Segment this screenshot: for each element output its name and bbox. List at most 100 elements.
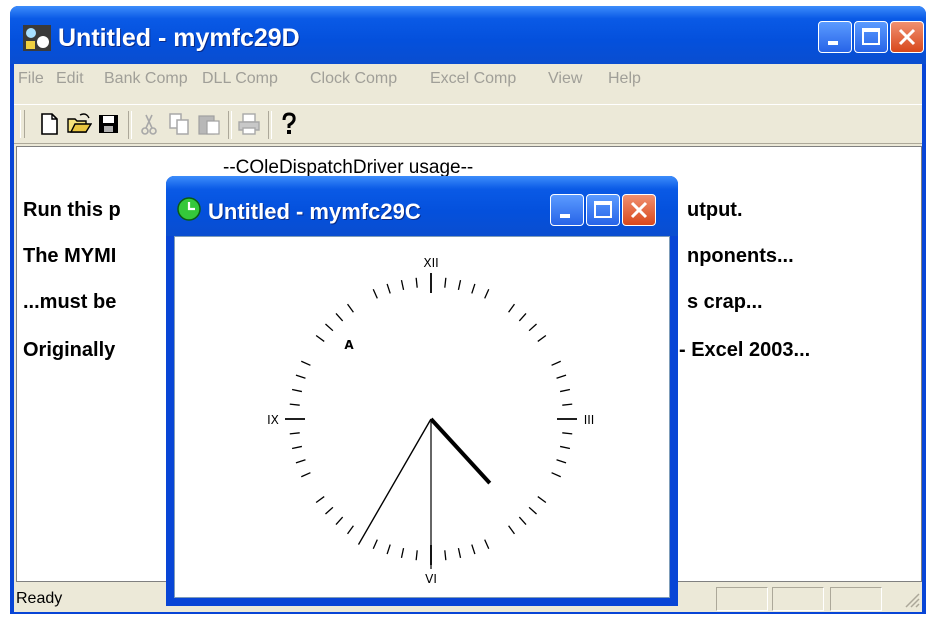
clock-tick bbox=[295, 374, 306, 379]
maximize-button[interactable] bbox=[854, 21, 888, 53]
clock-title-bar[interactable]: Untitled - mymfc29C bbox=[166, 176, 678, 236]
clock-tick bbox=[508, 525, 515, 535]
clock-icon bbox=[177, 197, 201, 221]
view-line-4: Originally bbox=[23, 339, 116, 361]
size-grip-icon[interactable] bbox=[902, 590, 920, 608]
clock-tick bbox=[295, 459, 306, 464]
help-icon[interactable] bbox=[276, 111, 302, 137]
minimize-button[interactable] bbox=[818, 21, 852, 53]
menu-view[interactable]: View bbox=[548, 70, 582, 88]
clock-minimize-button[interactable] bbox=[550, 194, 584, 226]
clock-tick bbox=[301, 472, 311, 478]
numeral-vi: VI bbox=[425, 572, 437, 586]
clock-tick bbox=[551, 360, 561, 366]
clock-tick bbox=[518, 516, 527, 525]
main-window-title: Untitled - mymfc29D bbox=[58, 24, 300, 52]
clock-tick bbox=[518, 313, 527, 322]
view-line-2-tail: nponents... bbox=[687, 245, 794, 267]
clock-tick bbox=[400, 279, 405, 291]
clock-tick bbox=[325, 323, 334, 332]
clock-tick bbox=[372, 289, 378, 299]
clock-tick bbox=[372, 539, 378, 549]
numeral-xii: XII bbox=[423, 256, 438, 270]
minimize-icon bbox=[828, 41, 838, 45]
app-icon bbox=[23, 25, 51, 51]
view-line-3-tail: s crap... bbox=[687, 291, 763, 313]
clock-tick bbox=[556, 459, 567, 464]
main-title-bar[interactable]: Untitled - mymfc29D bbox=[10, 6, 926, 64]
clock-tick bbox=[457, 547, 462, 559]
clock-tick bbox=[347, 303, 354, 313]
view-line-2: The MYMI bbox=[23, 245, 117, 267]
clock-tick bbox=[400, 547, 405, 559]
menu-file[interactable]: File bbox=[18, 70, 44, 88]
clock-tick bbox=[444, 277, 447, 288]
status-pane-scrl bbox=[830, 587, 882, 611]
clock-tick bbox=[556, 374, 567, 379]
menu-edit[interactable]: Edit bbox=[56, 70, 84, 88]
clock-tick bbox=[484, 289, 490, 299]
print-icon bbox=[238, 113, 260, 135]
clock-tick bbox=[562, 403, 573, 406]
toolbar-separator bbox=[268, 111, 272, 139]
open-icon[interactable] bbox=[66, 111, 92, 137]
clock-window-title: Untitled - mymfc29C bbox=[208, 199, 421, 224]
clock-tick bbox=[386, 544, 391, 555]
clock-tick bbox=[562, 432, 573, 435]
menu-bar: File Edit Bank Comp DLL Comp Clock Comp … bbox=[14, 64, 922, 96]
clock-tick bbox=[537, 496, 547, 503]
status-pane-num bbox=[772, 587, 824, 611]
save-icon[interactable] bbox=[96, 111, 122, 137]
paste-icon bbox=[198, 115, 220, 135]
view-line-4-tail: - Excel 2003... bbox=[679, 339, 811, 361]
clock-tick bbox=[289, 432, 300, 435]
menu-clock-comp[interactable]: Clock Comp bbox=[310, 70, 397, 88]
clock-window: Untitled - mymfc29C XII III VI IX A bbox=[166, 176, 678, 606]
clock-tick bbox=[528, 506, 537, 515]
clock-tick bbox=[335, 516, 344, 525]
maximize-icon bbox=[862, 28, 880, 45]
clock-tick bbox=[289, 403, 300, 406]
maximize-icon bbox=[594, 201, 612, 218]
clock-tick bbox=[301, 360, 311, 366]
clock-tick bbox=[528, 323, 537, 332]
view-line-1: Run this p bbox=[23, 199, 121, 221]
clock-tick bbox=[325, 506, 334, 515]
menu-excel-comp[interactable]: Excel Comp bbox=[430, 70, 516, 88]
menu-dll-comp[interactable]: DLL Comp bbox=[202, 70, 278, 88]
clock-close-button[interactable] bbox=[622, 194, 656, 226]
clock-tick bbox=[315, 496, 325, 503]
clock-face: XII III VI IX A bbox=[267, 256, 595, 586]
hour-hand bbox=[429, 417, 492, 485]
close-button[interactable] bbox=[890, 21, 924, 53]
clock-tick bbox=[457, 279, 462, 291]
minute-hand bbox=[357, 418, 432, 545]
clock-maximize-button[interactable] bbox=[586, 194, 620, 226]
numeral-iii: III bbox=[584, 413, 595, 427]
minimize-icon bbox=[560, 214, 570, 218]
close-icon bbox=[898, 28, 916, 46]
clock-tick bbox=[415, 277, 418, 288]
new-icon[interactable] bbox=[36, 111, 62, 137]
menu-help[interactable]: Help bbox=[608, 70, 641, 88]
clock-tick bbox=[444, 550, 447, 561]
toolbar-grip[interactable] bbox=[20, 110, 25, 138]
clock-tick bbox=[335, 313, 344, 322]
toolbar bbox=[14, 104, 922, 144]
clock-tick bbox=[559, 388, 571, 393]
clock-tick bbox=[386, 283, 391, 294]
view-line-1-tail: utput. bbox=[687, 199, 743, 221]
status-pane-cap bbox=[716, 587, 768, 611]
clock-tick bbox=[471, 544, 476, 555]
menu-bank-comp[interactable]: Bank Comp bbox=[104, 70, 188, 88]
clock-tick bbox=[347, 525, 354, 535]
clock-tick bbox=[291, 388, 303, 393]
clock-tick bbox=[291, 445, 303, 450]
clock-tick bbox=[415, 550, 418, 561]
clock-face-area: XII III VI IX A bbox=[174, 236, 670, 598]
copy-icon bbox=[169, 113, 189, 135]
status-text: Ready bbox=[16, 590, 63, 607]
clock-tick bbox=[508, 303, 515, 313]
toolbar-separator bbox=[228, 111, 232, 139]
clock-tick bbox=[559, 445, 571, 450]
